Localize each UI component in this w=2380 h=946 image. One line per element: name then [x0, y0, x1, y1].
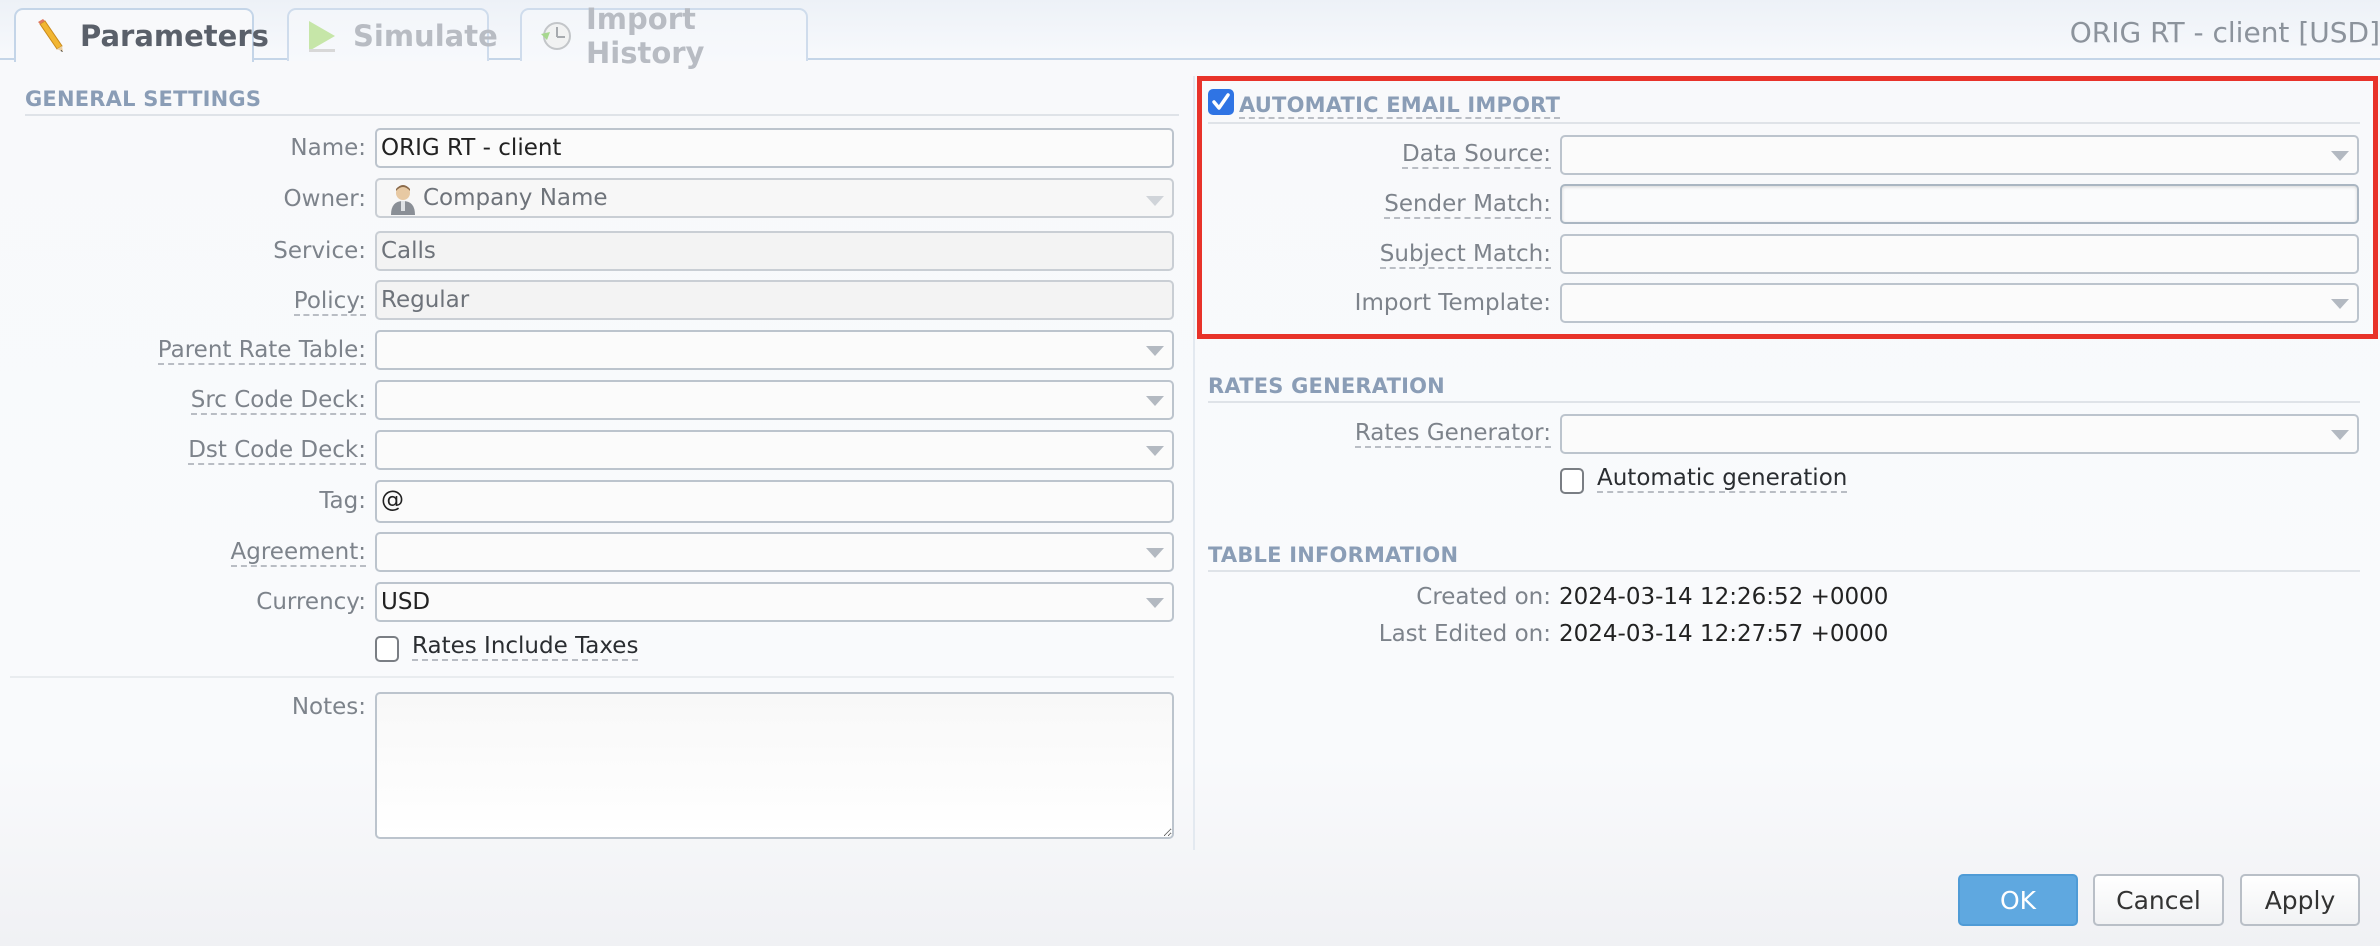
currency-value: USD	[381, 589, 431, 615]
created-on-label: Created on:	[1416, 584, 1551, 610]
automatic-email-import-header[interactable]: AUTOMATIC EMAIL IMPORT	[1239, 93, 1561, 119]
dst-code-deck-label: Dst Code Deck:	[188, 437, 366, 465]
chevron-down-icon	[2331, 299, 2349, 309]
service-input: Calls	[375, 231, 1174, 271]
created-on-value: 2024-03-14 12:26:52 +0000	[1559, 584, 1889, 610]
chevron-down-icon	[1146, 196, 1164, 206]
rates-generator-select[interactable]	[1560, 414, 2359, 454]
sender-match-input[interactable]	[1560, 184, 2359, 224]
section-divider	[1208, 401, 2360, 403]
last-edited-on-value: 2024-03-14 12:27:57 +0000	[1559, 621, 1889, 647]
chevron-down-icon	[1146, 346, 1164, 356]
data-source-label: Data Source:	[1402, 141, 1551, 169]
rates-generation-header: RATES GENERATION	[1208, 374, 1445, 398]
tab-parameters[interactable]: Parameters	[14, 8, 269, 62]
automatic-generation-checkbox[interactable]	[1560, 468, 1584, 494]
chevron-down-icon	[1146, 548, 1164, 558]
name-input[interactable]: ORIG RT - client	[375, 128, 1174, 168]
automatic-generation-label[interactable]: Automatic generation	[1597, 463, 1848, 493]
play-icon	[305, 18, 341, 54]
chevron-down-icon	[1146, 396, 1164, 406]
agreement-select[interactable]	[375, 532, 1174, 572]
notes-textarea[interactable]	[375, 692, 1174, 839]
automatic-email-import-checkbox[interactable]	[1208, 89, 1234, 115]
subject-match-label: Subject Match:	[1379, 241, 1551, 269]
tab-label: Parameters	[80, 19, 269, 53]
owner-select[interactable]: Company Name	[375, 178, 1174, 218]
tab-import-history[interactable]: Import History	[520, 2, 808, 70]
chevron-down-icon	[2331, 151, 2349, 161]
chevron-down-icon	[1146, 446, 1164, 456]
service-label: Service:	[273, 238, 366, 264]
src-code-deck-select[interactable]	[375, 380, 1174, 420]
pencil-icon	[32, 18, 68, 54]
currency-select[interactable]: USD	[375, 582, 1174, 622]
last-edited-on-label: Last Edited on:	[1378, 621, 1551, 647]
rates-include-taxes-checkbox[interactable]	[375, 636, 399, 662]
clock-history-icon	[538, 18, 574, 54]
policy-label: Policy:	[293, 288, 366, 316]
notes-divider	[10, 676, 1174, 678]
chevron-down-icon	[2331, 430, 2349, 440]
checkmark-icon	[1212, 93, 1230, 110]
tab-label: Simulate	[353, 18, 498, 53]
owner-value: Company Name	[423, 185, 608, 211]
tab-simulate[interactable]: Simulate	[287, 8, 498, 61]
rates-include-taxes-label[interactable]: Rates Include Taxes	[412, 631, 639, 661]
parent-rate-table-select[interactable]	[375, 330, 1174, 370]
policy-value: Regular	[381, 287, 470, 313]
data-source-select[interactable]	[1560, 135, 2359, 175]
window-title: ORIG RT - client [USD]	[2069, 16, 2380, 49]
section-divider	[1208, 570, 2360, 572]
policy-input: Regular	[375, 280, 1174, 320]
sender-match-label: Sender Match:	[1384, 191, 1551, 219]
parent-rate-table-label: Parent Rate Table:	[157, 337, 366, 365]
general-settings-header: GENERAL SETTINGS	[25, 87, 262, 111]
subject-match-input[interactable]	[1560, 234, 2359, 274]
section-divider	[1208, 122, 2360, 124]
section-divider	[25, 114, 1179, 116]
notes-label: Notes:	[291, 694, 366, 720]
import-template-label: Import Template:	[1354, 290, 1551, 316]
owner-label: Owner:	[283, 186, 366, 212]
service-value: Calls	[381, 238, 436, 264]
chevron-down-icon	[1146, 598, 1164, 608]
tag-label: Tag:	[319, 488, 366, 514]
tag-input[interactable]: @	[375, 480, 1174, 523]
cancel-button[interactable]: Cancel	[2093, 874, 2224, 926]
agreement-label: Agreement:	[230, 539, 366, 567]
user-icon	[389, 183, 417, 215]
apply-button[interactable]: Apply	[2240, 874, 2360, 926]
src-code-deck-label: Src Code Deck:	[190, 387, 366, 415]
tab-label: Import History	[586, 1, 705, 70]
tag-value: @	[381, 487, 404, 513]
currency-label: Currency:	[256, 589, 366, 615]
name-label: Name:	[290, 135, 366, 161]
ok-button[interactable]: OK	[1958, 874, 2078, 926]
rates-generator-label: Rates Generator:	[1354, 420, 1551, 448]
import-template-select[interactable]	[1560, 283, 2359, 323]
table-information-header: TABLE INFORMATION	[1208, 543, 1459, 567]
dst-code-deck-select[interactable]	[375, 430, 1174, 470]
name-value: ORIG RT - client	[381, 135, 562, 161]
